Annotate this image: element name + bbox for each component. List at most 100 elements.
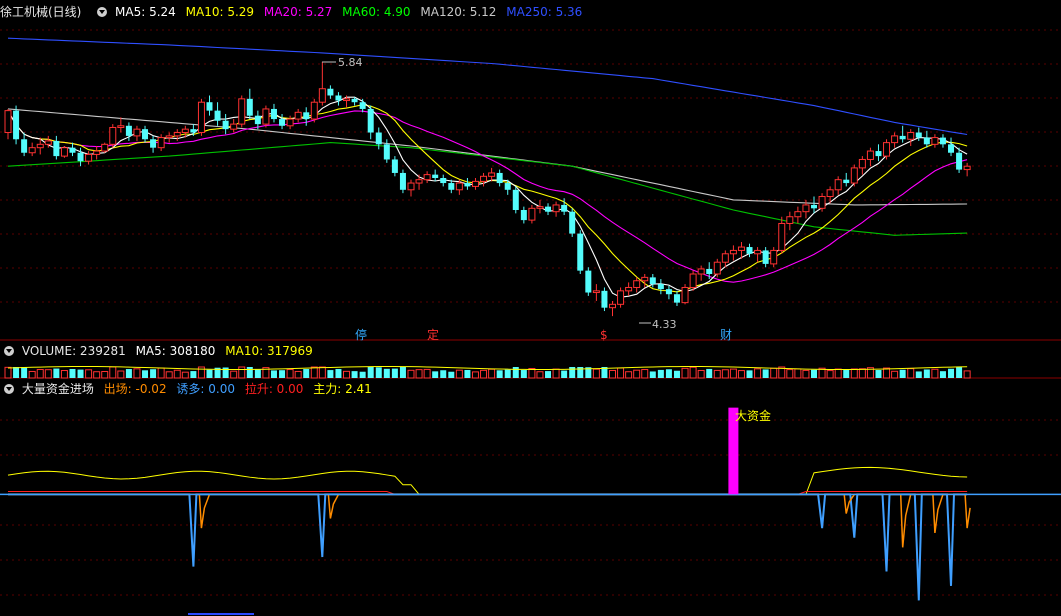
marker-stop: 停 [355,327,367,342]
volume-bar [85,369,93,379]
candle-body [254,115,261,125]
volume-bar [109,366,117,379]
volume-bar [665,369,672,378]
candle-body [706,268,713,274]
candle-body [69,147,76,153]
volume-bar [770,367,778,379]
candle-body [601,290,608,308]
ma250-line [7,37,968,136]
dropdown-icon[interactable] [4,346,14,356]
volume-bar [36,368,44,379]
marker-wealth: 财 [720,328,732,342]
candle-body [383,144,390,160]
dropdown-icon[interactable] [4,384,14,394]
volume-bar [713,369,721,379]
candle-body [101,143,109,152]
volume-bar [891,370,899,379]
volume-bar [625,371,633,379]
volume-bar [915,371,922,378]
big-money-label: 大资金 [735,408,771,423]
candle-body [262,108,270,125]
candle-body [335,95,342,101]
volume-bar [592,368,600,379]
volume-bar [794,368,802,379]
candle-body [754,249,762,255]
candle-body [125,125,132,136]
volume-bar [737,370,745,379]
volume-bar [504,369,511,378]
candle-body [343,98,351,102]
candle-body [230,123,238,130]
volume-bar [279,370,286,378]
volume-bar [142,370,149,378]
volume-bar [440,370,447,378]
volume-bar [673,370,680,378]
volume-bar [875,370,882,378]
candle-body [545,206,552,212]
candle-body [173,132,181,137]
candle-body [181,128,189,134]
volume-bar [649,371,656,378]
volume-bar [963,370,971,379]
volume-bar [496,370,503,378]
candle-body [190,129,197,133]
candle-body [858,158,866,169]
candle-body [649,277,656,285]
volume-bar [28,370,36,379]
volume-bar [488,368,496,379]
ma60-line [7,142,968,236]
moving-average-lines [7,37,968,298]
volume-bar [681,367,689,379]
ma10-legend: MA10: 5.29 [185,5,255,19]
volume-bar [375,367,382,378]
candle-body [327,88,334,96]
volume-bar [294,370,302,379]
candle-body [294,111,302,120]
volume-bar [617,367,625,379]
volume-bar [762,369,769,378]
candle-body [746,247,753,254]
volume-bar [754,368,762,379]
volume-bar [206,369,213,378]
candle-body [93,150,101,155]
volume-bar [60,370,68,379]
volume-bar [254,369,261,378]
candle-body [520,210,527,221]
candle-body [496,172,503,184]
candle-body [222,120,229,130]
volume-bar [246,367,253,378]
price-high-label: 5.84 [338,56,363,69]
indicator-title: 大量资金进场 [21,382,94,396]
candle-body [455,182,463,191]
candle-body [440,178,447,184]
lure-legend: 诱多: 0.00 [176,382,235,396]
volume-bar [399,367,406,378]
candle-body [673,294,680,303]
candle-body [569,211,576,234]
candle-body [359,102,366,109]
volume-bar [552,368,560,379]
candle-body [270,108,277,120]
candle-body [367,108,374,133]
candle-body [109,126,117,145]
volume-bar [561,370,568,378]
candle-body [834,179,842,191]
stock-chart[interactable]: 5.84 4.33 停 定 $ 财 大资金 [0,0,1061,616]
candle-body [448,183,455,190]
candle-body [657,284,664,290]
candle-body [303,112,310,120]
indicator-header: 大量资金进场 出场: -0.02 诱多: 0.00 拉升: 0.00 主力: 2… [0,381,378,397]
dropdown-icon[interactable] [97,7,108,17]
volume-bar [883,367,891,379]
volume-bar [4,366,12,379]
volume-bar [173,369,181,379]
candle-body [609,303,616,309]
volume-bar [44,369,52,379]
volume-bar [480,369,488,379]
volume-bar [383,368,390,378]
volume-bar [270,370,277,378]
candle-body [391,159,398,173]
volume-ma10-legend: MA10: 317969 [225,344,313,358]
main-force-line [7,466,968,495]
lure-long-line [8,493,968,601]
